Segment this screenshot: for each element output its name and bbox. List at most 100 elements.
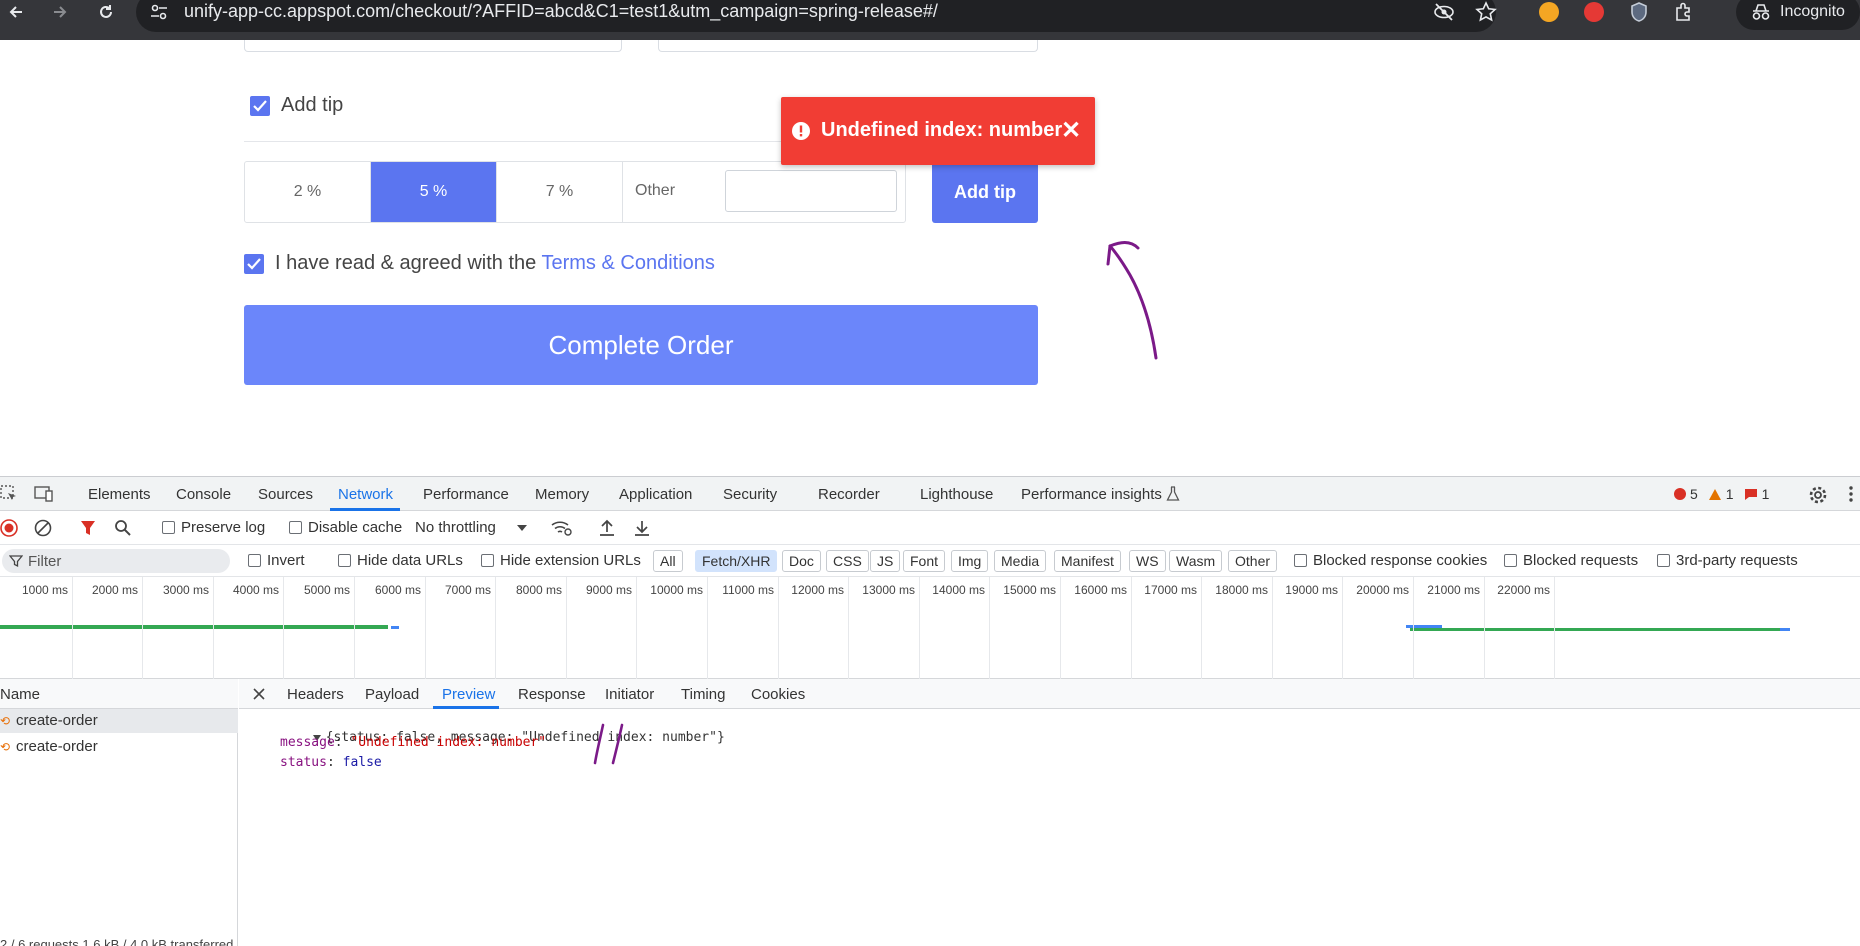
hide-extension-urls-toggle[interactable]: Hide extension URLs [481, 552, 641, 569]
preserve-log-toggle[interactable]: Preserve log [162, 519, 265, 536]
checkbox[interactable] [481, 554, 494, 567]
tab-recorder[interactable]: Recorder [818, 486, 880, 503]
tab-network[interactable]: Network [338, 486, 393, 503]
terms-checkbox[interactable] [244, 254, 264, 274]
disable-cache-toggle[interactable]: Disable cache [289, 519, 402, 536]
tab-sources[interactable]: Sources [258, 486, 313, 503]
incognito-icon [1752, 4, 1770, 20]
clear-icon[interactable] [34, 519, 52, 537]
tab-elements[interactable]: Elements [88, 486, 151, 503]
tab-application[interactable]: Application [619, 486, 692, 503]
tip-option[interactable]: 2 % [245, 162, 371, 222]
search-icon[interactable] [114, 519, 132, 537]
type-filter-manifest[interactable]: Manifest [1054, 550, 1121, 572]
forward-icon[interactable] [48, 0, 72, 24]
invert-toggle[interactable]: Invert [248, 552, 305, 569]
shield-extension-icon[interactable] [1629, 1, 1649, 23]
type-filter-wasm[interactable]: Wasm [1169, 550, 1223, 572]
checkbox[interactable] [289, 521, 302, 534]
inspect-element-icon[interactable] [0, 485, 18, 503]
requests-summary: 2 / 6 requests 1.6 kB / 4.0 kB transferr… [0, 937, 234, 946]
detail-tab-initiator[interactable]: Initiator [605, 686, 654, 703]
error-toast: Undefined index: number ✕ [781, 97, 1095, 165]
blocked-response-cookies-toggle[interactable]: Blocked response cookies [1294, 552, 1487, 569]
reload-icon[interactable] [94, 0, 118, 24]
detail-tab-headers[interactable]: Headers [287, 686, 344, 703]
tab-performance-insights[interactable]: Performance insights [1021, 486, 1162, 503]
checkbox[interactable] [338, 554, 351, 567]
hide-data-urls-toggle[interactable]: Hide data URLs [338, 552, 463, 569]
request-row[interactable]: ⟲ create-order [0, 735, 238, 759]
extensions-puzzle-icon[interactable] [1673, 1, 1695, 23]
complete-order-button[interactable]: Complete Order [244, 305, 1038, 385]
site-info-icon[interactable] [150, 4, 168, 20]
third-party-requests-toggle[interactable]: 3rd-party requests [1657, 552, 1798, 569]
more-options-icon[interactable] [1848, 485, 1854, 503]
request-name: create-order [16, 712, 98, 729]
back-icon[interactable] [4, 0, 28, 24]
eye-off-icon[interactable] [1433, 2, 1455, 22]
timeline-tick-label: 11000 ms [722, 583, 774, 597]
filter-input[interactable]: Filter [2, 549, 230, 573]
extension-icon[interactable] [1584, 2, 1604, 22]
checkbox[interactable] [1504, 554, 1517, 567]
checkbox[interactable] [248, 554, 261, 567]
name-column-header[interactable]: Name [0, 679, 238, 709]
network-overview-timeline[interactable]: 1000 ms 2000 ms 3000 ms 4000 ms 5000 ms 6000 … [0, 577, 1860, 679]
request-row[interactable]: ⟲ create-order [0, 709, 238, 733]
type-filter-fetch-xhr[interactable]: Fetch/XHR [695, 550, 778, 572]
record-stop-icon[interactable] [0, 519, 18, 537]
checkbox[interactable] [162, 521, 175, 534]
timeline-tick-label: 8000 ms [515, 583, 562, 597]
checkbox[interactable] [1657, 554, 1670, 567]
tab-security[interactable]: Security [723, 486, 777, 503]
throttling-select[interactable]: No throttling [415, 519, 528, 536]
detail-tab-cookies[interactable]: Cookies [751, 686, 805, 703]
type-filter-doc[interactable]: Doc [782, 550, 821, 572]
type-filter-ws[interactable]: WS [1129, 550, 1166, 572]
type-filter-media[interactable]: Media [994, 550, 1047, 572]
form-field[interactable] [658, 40, 1038, 52]
export-har-icon[interactable] [633, 519, 651, 537]
terms-link[interactable]: Terms & Conditions [541, 252, 714, 274]
type-filter-css[interactable]: CSS [826, 550, 869, 572]
tab-performance[interactable]: Performance [423, 486, 509, 503]
type-filter-js[interactable]: JS [870, 550, 901, 572]
tip-other-input[interactable] [725, 170, 897, 212]
detail-tab-payload[interactable]: Payload [365, 686, 419, 703]
detail-tab-response[interactable]: Response [518, 686, 586, 703]
blocked-requests-toggle[interactable]: Blocked requests [1504, 552, 1638, 569]
bookmark-star-icon[interactable] [1475, 1, 1497, 23]
checkbox[interactable] [1294, 554, 1307, 567]
settings-gear-icon[interactable] [1808, 485, 1828, 505]
detail-tab-preview[interactable]: Preview [442, 686, 495, 703]
extension-icon[interactable] [1539, 2, 1559, 22]
type-filter-all[interactable]: All [653, 550, 683, 572]
json-property: status: false [280, 755, 382, 770]
tab-memory[interactable]: Memory [535, 486, 589, 503]
import-har-icon[interactable] [598, 519, 616, 537]
type-filter-img[interactable]: Img [951, 550, 989, 572]
tip-option[interactable]: 7 % [497, 162, 623, 222]
xhr-icon: ⟲ [0, 714, 11, 728]
form-field[interactable] [244, 40, 622, 52]
tip-option-selected[interactable]: 5 % [371, 162, 497, 222]
message-count-value: 1 [1761, 486, 1770, 502]
close-icon[interactable] [252, 687, 266, 701]
detail-tab-timing[interactable]: Timing [681, 686, 725, 703]
type-filter-font[interactable]: Font [903, 550, 946, 572]
incognito-badge[interactable]: Incognito [1736, 0, 1860, 30]
tab-console[interactable]: Console [176, 486, 231, 503]
issues-counter[interactable]: 5 1 1 [1674, 486, 1769, 502]
close-icon[interactable]: ✕ [1061, 116, 1081, 144]
url-text[interactable]: unify-app-cc.appspot.com/checkout/?AFFID… [184, 1, 938, 22]
network-conditions-icon[interactable] [551, 519, 573, 537]
add-tip-button[interactable]: Add tip [932, 161, 1038, 223]
disable-cache-label: Disable cache [308, 519, 403, 536]
blocked-response-cookies-label: Blocked response cookies [1313, 552, 1488, 569]
add-tip-checkbox[interactable] [250, 96, 270, 116]
tab-lighthouse[interactable]: Lighthouse [920, 486, 993, 503]
device-toolbar-icon[interactable] [34, 485, 54, 503]
filter-funnel-icon[interactable] [80, 519, 96, 537]
type-filter-other[interactable]: Other [1228, 550, 1278, 572]
